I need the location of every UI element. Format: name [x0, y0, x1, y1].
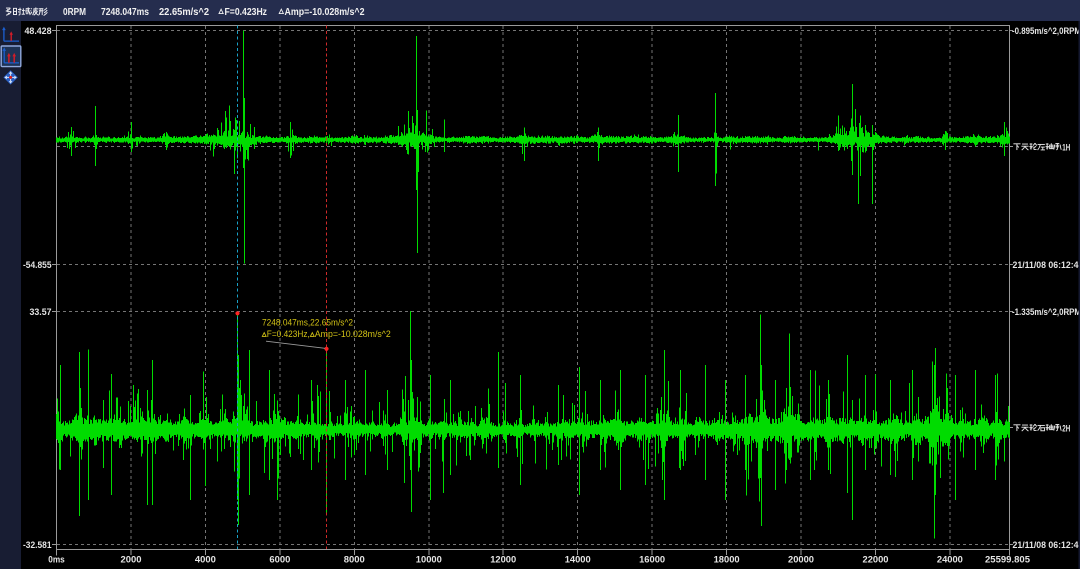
svg-text:-0.895m/s^2,0RPM: -0.895m/s^2,0RPM [1012, 26, 1080, 37]
svg-text:10000: 10000 [416, 555, 442, 566]
svg-text:-54.855: -54.855 [23, 260, 52, 271]
svg-text:Amp=-10.028m/s^2: Amp=-10.028m/s^2 [315, 329, 391, 340]
svg-text:33.57: 33.57 [30, 307, 52, 318]
svg-text:2H: 2H [1062, 423, 1070, 434]
svg-text:6000: 6000 [269, 555, 290, 566]
svg-text:16000: 16000 [639, 555, 665, 566]
svg-text:22.65m/s^2: 22.65m/s^2 [159, 6, 209, 18]
svg-text:22000: 22000 [863, 555, 889, 566]
svg-text:F=0.423Hz: F=0.423Hz [225, 6, 268, 18]
svg-text:25599.805: 25599.805 [985, 555, 1031, 566]
svg-text:Amp=-10.028m/s^2: Amp=-10.028m/s^2 [285, 6, 365, 18]
svg-text:F=0.423Hz,: F=0.423Hz, [267, 329, 310, 340]
svg-text:-1.335m/s^2,0RPM: -1.335m/s^2,0RPM [1012, 307, 1080, 318]
svg-text:1H: 1H [1062, 142, 1070, 153]
svg-text:14000: 14000 [565, 555, 591, 566]
svg-text:7248.047ms: 7248.047ms [101, 6, 149, 18]
svg-text:18000: 18000 [714, 555, 740, 566]
svg-text:2000: 2000 [121, 555, 142, 566]
svg-text:24000: 24000 [937, 555, 963, 566]
svg-text:20000: 20000 [788, 555, 814, 566]
svg-text:8000: 8000 [344, 555, 365, 566]
svg-text:7248.047ms,22.65m/s^2: 7248.047ms,22.65m/s^2 [262, 317, 353, 328]
svg-text:21/11/08 06:12:4: 21/11/08 06:12:4 [1013, 260, 1080, 271]
svg-text:0ms: 0ms [48, 555, 65, 566]
svg-text:48.428: 48.428 [25, 26, 52, 37]
svg-text:21/11/08 06:12:4: 21/11/08 06:12:4 [1013, 540, 1080, 551]
svg-text:4000: 4000 [195, 555, 216, 566]
svg-text:0RPM: 0RPM [63, 6, 86, 18]
svg-text:-32.581: -32.581 [23, 540, 52, 551]
svg-text:12000: 12000 [490, 555, 516, 566]
